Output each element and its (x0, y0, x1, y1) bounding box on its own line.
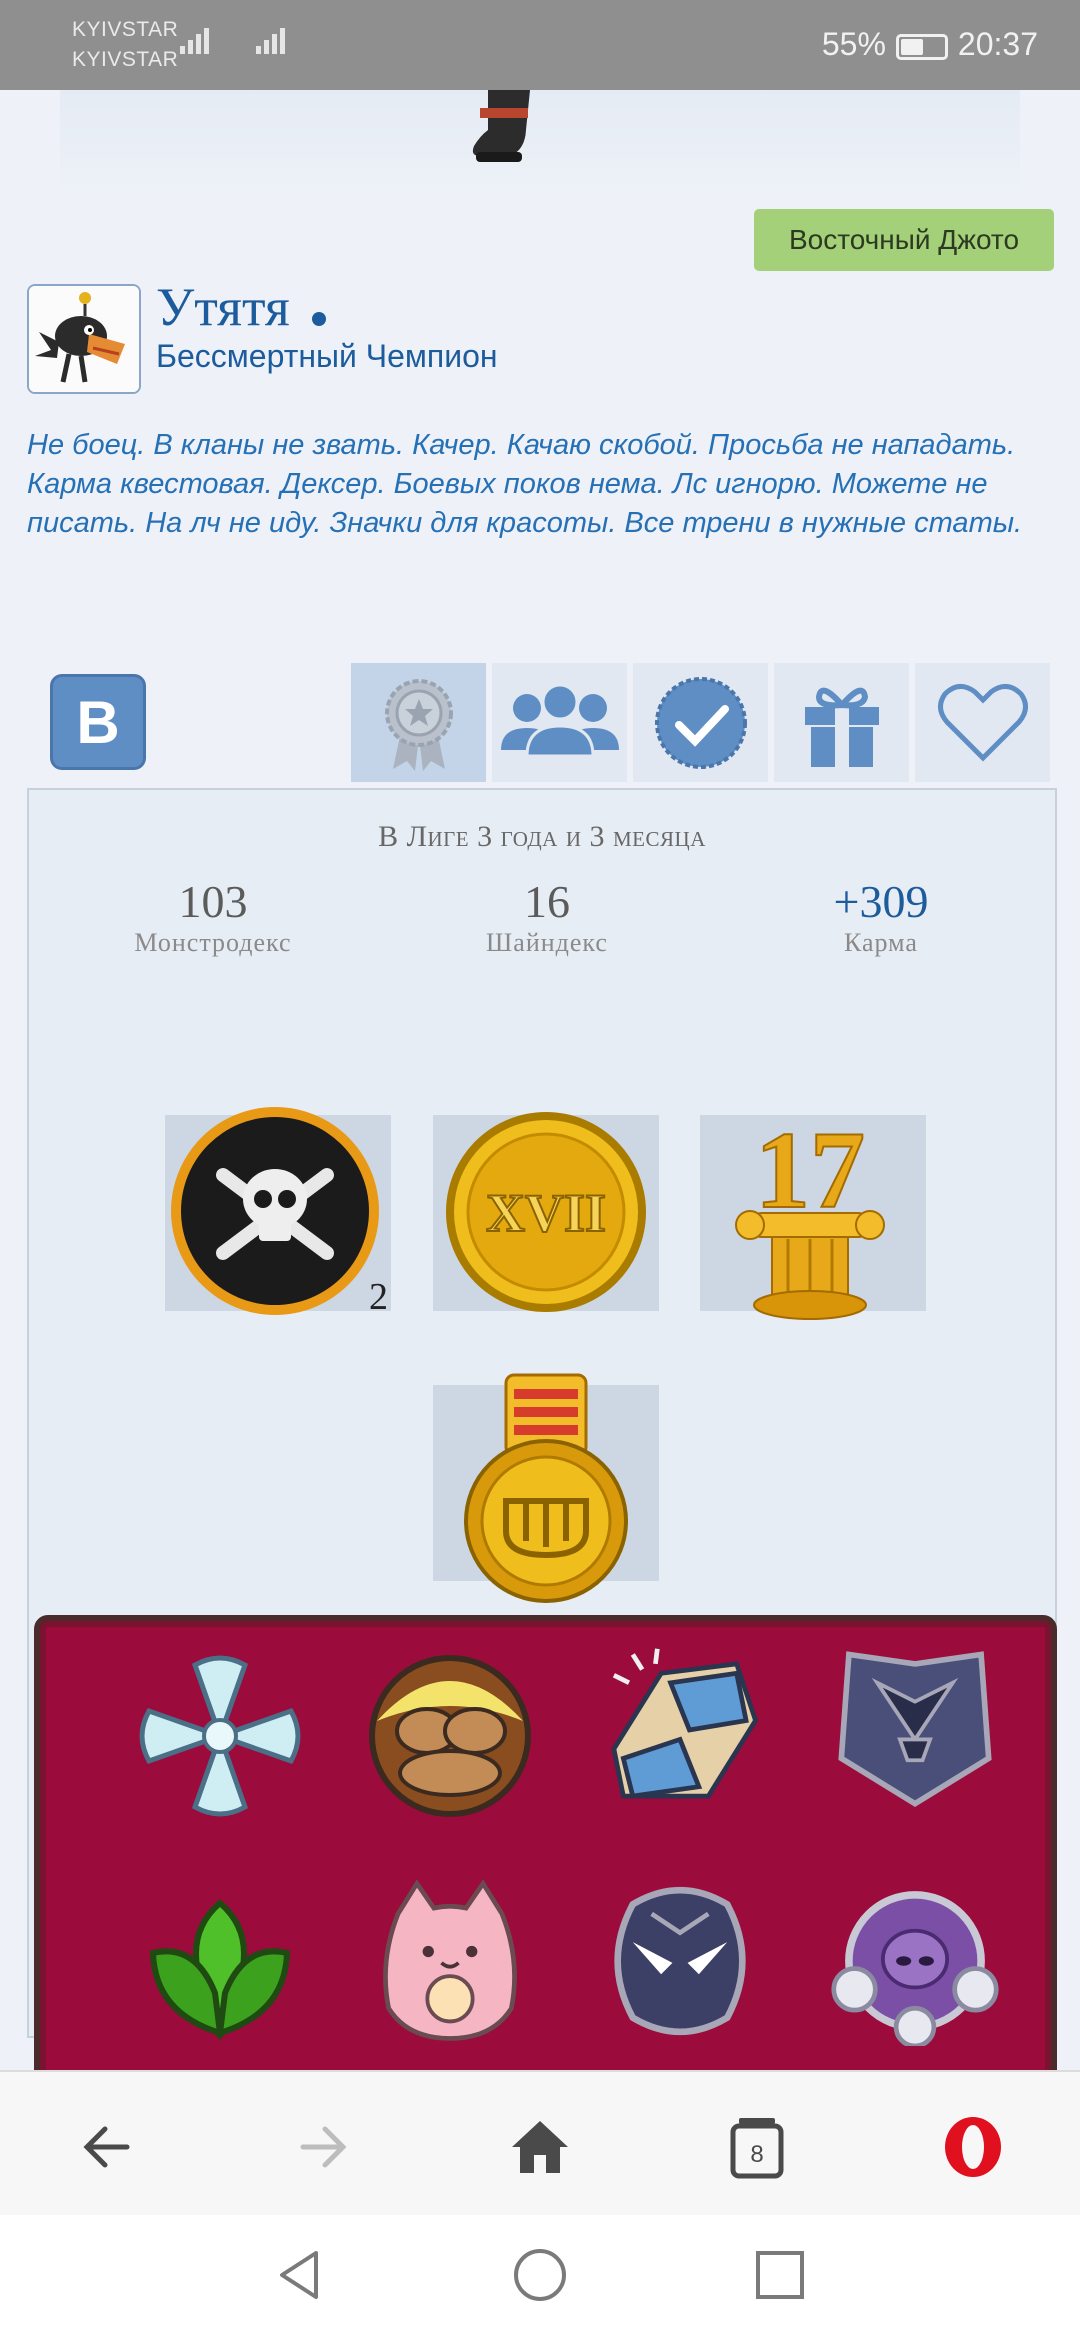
tab-favorites[interactable] (915, 663, 1050, 782)
online-indicator (312, 312, 326, 326)
stat-shinydex: 16 Шайндекс (417, 875, 677, 958)
karma-label: Карма (844, 928, 918, 957)
system-nav-bar (0, 2215, 1080, 2340)
forward-arrow-icon (300, 2126, 347, 2168)
badge-pirate[interactable]: 2 (165, 1107, 391, 1318)
forward-button[interactable] (288, 2112, 358, 2182)
system-back-icon[interactable] (270, 2245, 330, 2305)
class-button[interactable]: Восточный Джото (754, 209, 1054, 271)
opera-logo-icon (945, 2117, 1001, 2177)
stats-panel: В Лиге 3 года и 3 месяца 103 Монстродекс… (27, 788, 1057, 2101)
verified-icon (654, 676, 747, 769)
signal-icon (180, 28, 212, 54)
league-duration: В Лиге 3 года и 3 месяца (378, 820, 706, 853)
player-name: Утятя (156, 277, 290, 337)
vk-button[interactable]: B (50, 674, 146, 770)
avatar[interactable] (27, 284, 141, 394)
dark-wings-emblem-icon[interactable] (830, 1645, 1000, 1815)
stat-monstrodex: 103 Монстродекс (83, 875, 343, 958)
status-right: 55% 20:37 (822, 26, 1038, 63)
award-ribbon-icon (384, 678, 453, 771)
monstrodex-value: 103 (178, 876, 248, 927)
karma-value: +309 (833, 876, 929, 927)
tab-verified[interactable] (633, 663, 768, 782)
gift-icon (804, 687, 879, 767)
tabs-count-icon: 8 (730, 2118, 784, 2179)
fist-emblem-icon[interactable] (595, 1645, 765, 1815)
monstrodex-label: Монстродекс (134, 928, 292, 957)
battery-icon (895, 33, 948, 60)
emblem-board (34, 1615, 1057, 2101)
tabs-button[interactable]: 8 (722, 2112, 792, 2182)
battery-percent: 55% (821, 26, 886, 62)
skull-badge-icon (171, 1107, 379, 1315)
shinydex-value: 16 (524, 876, 570, 927)
browser-toolbar: 8 (0, 2070, 1080, 2217)
signal-icon-2 (256, 28, 288, 54)
heart-icon (937, 683, 1028, 762)
home-icon (512, 2121, 568, 2173)
pedestal-badge-icon: 17 (735, 1109, 885, 1320)
badge-anniversary[interactable]: 17 (700, 1109, 926, 1320)
status-bar: KYIVSTAR KYIVSTAR 55% 20:37 (0, 0, 1080, 90)
stat-karma: +309 Карма (751, 875, 1011, 958)
badge-medal[interactable] (433, 1373, 659, 1603)
tab-friends[interactable] (492, 663, 627, 782)
medal-badge-icon (464, 1373, 628, 1603)
back-arrow-icon (83, 2126, 130, 2168)
system-home-icon[interactable] (510, 2245, 570, 2305)
friends-icon (500, 683, 619, 757)
badge-coin[interactable]: XVII (433, 1112, 659, 1312)
tab-gifts[interactable] (774, 663, 909, 782)
svg-text:8: 8 (750, 2141, 763, 2168)
leaf-emblem-icon[interactable] (135, 1883, 305, 2053)
player-rank: Бессмертный Чемпион (156, 338, 498, 374)
profile-page: Восточный Джото Утятя Бессмертный Чемпио… (0, 90, 1080, 2101)
purple-ghost-emblem-icon[interactable] (830, 1876, 1000, 2046)
player-bio: Не боец. В кланы не звать. Качер. Качаю … (27, 429, 1023, 539)
stone-emblem-icon[interactable] (365, 1651, 535, 1821)
coin-badge-icon: XVII (446, 1112, 646, 1312)
tab-awards[interactable] (351, 663, 486, 782)
clock: 20:37 (957, 26, 1038, 62)
opera-menu-button[interactable] (938, 2112, 1008, 2182)
masked-face-emblem-icon[interactable] (595, 1876, 765, 2046)
pink-cat-emblem-icon[interactable] (365, 1876, 535, 2046)
back-button[interactable] (72, 2112, 142, 2182)
carrier-1: KYIVSTAR (72, 18, 179, 41)
coin-text: XVII (486, 1183, 606, 1243)
boot-image (472, 90, 530, 162)
carrier-2: KYIVSTAR (72, 48, 179, 71)
pirate-count: 2 (369, 1276, 388, 1318)
ice-flower-emblem-icon[interactable] (135, 1651, 305, 1821)
duck-avatar-icon (29, 286, 139, 392)
home-button[interactable] (505, 2112, 575, 2182)
system-recents-icon[interactable] (750, 2245, 810, 2305)
shinydex-label: Шайндекс (486, 928, 608, 957)
